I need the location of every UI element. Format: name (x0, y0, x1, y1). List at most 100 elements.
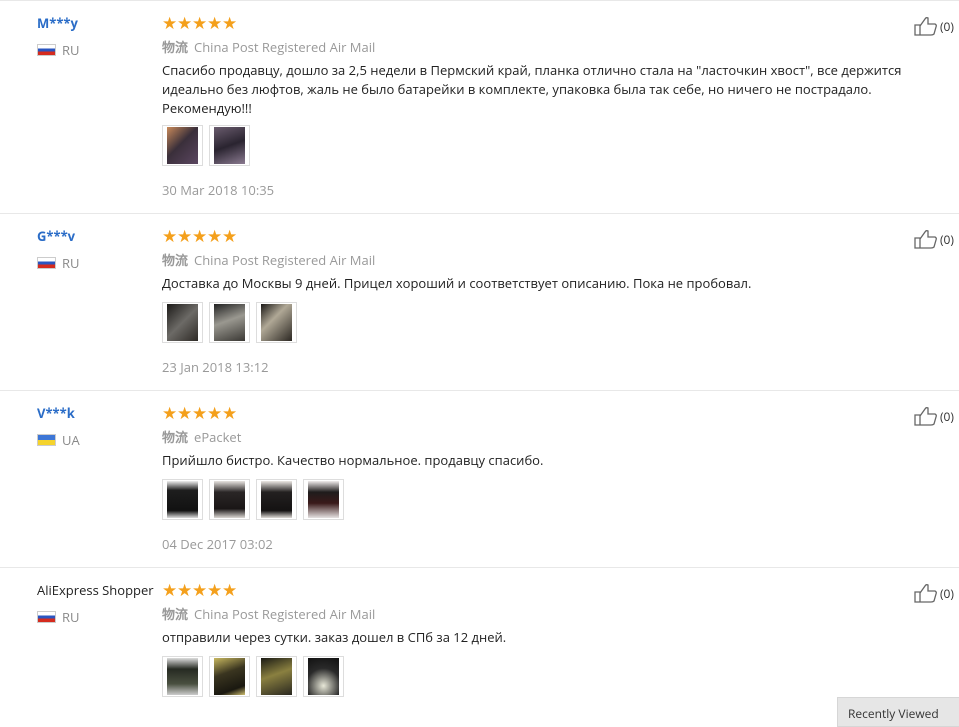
photo-image (167, 481, 198, 518)
star-icon: ★ (162, 224, 178, 247)
shipping-method: 物流 China Post Registered Air Mail (162, 37, 375, 56)
reviewer-name[interactable]: G***v (37, 227, 75, 245)
star-icon: ★ (177, 401, 193, 424)
photo-image (167, 127, 198, 164)
shipping-value: China Post Registered Air Mail (194, 605, 376, 623)
review-photo-thumbnail[interactable] (256, 302, 297, 343)
star-icon: ★ (192, 401, 208, 424)
review-photo-thumbnail[interactable] (162, 302, 203, 343)
photo-image (308, 481, 339, 518)
helpful-button[interactable]: (0) (914, 583, 954, 603)
review-photos (162, 125, 250, 166)
review-photo-thumbnail[interactable] (209, 302, 250, 343)
thumbs-up-icon (914, 230, 937, 249)
reviewer-name[interactable]: M***y (37, 14, 78, 32)
review-photos (162, 656, 344, 697)
reviewer-country: RU (37, 608, 80, 626)
shipping-label: 物流 (162, 251, 189, 269)
review-date: 23 Jan 2018 13:12 (162, 358, 269, 376)
review-text: Спасибо продавцу, дошло за 2,5 недели в … (162, 61, 902, 117)
star-icon: ★ (222, 224, 238, 247)
star-icon: ★ (192, 224, 208, 247)
recently-viewed-tab[interactable]: Recently Viewed (837, 697, 959, 727)
review-item: V***k UA ★ ★ ★ ★ ★ 物流 ePacket Прийшло бис… (0, 390, 959, 568)
star-rating: ★ ★ ★ ★ ★ (162, 404, 237, 421)
review-photo-thumbnail[interactable] (209, 125, 250, 166)
review-photo-thumbnail[interactable] (303, 479, 344, 520)
review-photo-thumbnail[interactable] (256, 479, 297, 520)
photo-image (167, 304, 198, 341)
thumbs-up-icon (914, 17, 937, 36)
helpful-button[interactable]: (0) (914, 229, 954, 249)
helpful-count: (0) (940, 230, 954, 248)
review-text: Доставка до Москвы 9 дней. Прицел хороши… (162, 274, 752, 292)
star-icon: ★ (162, 578, 178, 601)
review-text: Прийшло бистро. Качество нормальное. про… (162, 451, 544, 469)
shipping-label: 物流 (162, 38, 189, 56)
star-icon: ★ (192, 578, 208, 601)
russia-flag-icon (37, 44, 56, 56)
star-icon: ★ (222, 578, 238, 601)
country-code: RU (62, 254, 80, 272)
photo-image (261, 658, 292, 695)
helpful-count: (0) (940, 17, 954, 35)
star-rating: ★ ★ ★ ★ ★ (162, 581, 237, 598)
review-photo-thumbnail[interactable] (209, 479, 250, 520)
country-code: UA (62, 431, 80, 449)
reviewer-name[interactable]: AliExpress Shopper (37, 581, 154, 599)
russia-flag-icon (37, 611, 56, 623)
reviewer-country: RU (37, 41, 80, 59)
shipping-value: China Post Registered Air Mail (194, 251, 376, 269)
review-photo-thumbnail[interactable] (162, 479, 203, 520)
photo-image (261, 481, 292, 518)
photo-image (214, 127, 245, 164)
star-icon: ★ (177, 578, 193, 601)
star-icon: ★ (192, 11, 208, 34)
star-rating: ★ ★ ★ ★ ★ (162, 227, 237, 244)
photo-image (308, 658, 339, 695)
reviewer-name[interactable]: V***k (37, 404, 75, 422)
shipping-value: China Post Registered Air Mail (194, 38, 376, 56)
star-icon: ★ (207, 11, 223, 34)
star-icon: ★ (207, 224, 223, 247)
star-icon: ★ (177, 224, 193, 247)
review-item: G***v RU ★ ★ ★ ★ ★ 物流 China Post Register… (0, 213, 959, 391)
photo-image (214, 481, 245, 518)
star-icon: ★ (207, 401, 223, 424)
helpful-count: (0) (940, 584, 954, 602)
russia-flag-icon (37, 257, 56, 269)
star-icon: ★ (207, 578, 223, 601)
review-photo-thumbnail[interactable] (162, 125, 203, 166)
shipping-label: 物流 (162, 605, 189, 623)
star-icon: ★ (162, 11, 178, 34)
country-code: RU (62, 41, 80, 59)
star-icon: ★ (162, 401, 178, 424)
review-photos (162, 479, 344, 520)
review-item: M***y RU ★ ★ ★ ★ ★ 物流 China Post Register… (0, 0, 959, 214)
helpful-count: (0) (940, 407, 954, 425)
shipping-value: ePacket (194, 428, 242, 446)
shipping-method: 物流 China Post Registered Air Mail (162, 604, 375, 623)
helpful-button[interactable]: (0) (914, 406, 954, 426)
shipping-method: 物流 ePacket (162, 427, 241, 446)
thumbs-up-icon (914, 584, 937, 603)
star-icon: ★ (177, 11, 193, 34)
shipping-label: 物流 (162, 428, 189, 446)
review-photo-thumbnail[interactable] (303, 656, 344, 697)
review-item: AliExpress Shopper RU ★ ★ ★ ★ ★ 物流 China … (0, 567, 959, 715)
shipping-method: 物流 China Post Registered Air Mail (162, 250, 375, 269)
photo-image (167, 658, 198, 695)
photo-image (214, 658, 245, 695)
country-code: RU (62, 608, 80, 626)
reviewer-country: UA (37, 431, 80, 449)
review-photo-thumbnail[interactable] (162, 656, 203, 697)
review-photo-thumbnail[interactable] (209, 656, 250, 697)
review-photo-thumbnail[interactable] (256, 656, 297, 697)
review-date: 30 Mar 2018 10:35 (162, 181, 275, 199)
reviewer-country: RU (37, 254, 80, 272)
review-photos (162, 302, 297, 343)
thumbs-up-icon (914, 407, 937, 426)
helpful-button[interactable]: (0) (914, 16, 954, 36)
review-text: отправили через сутки. заказ дошел в СПб… (162, 628, 507, 646)
photo-image (261, 304, 292, 341)
